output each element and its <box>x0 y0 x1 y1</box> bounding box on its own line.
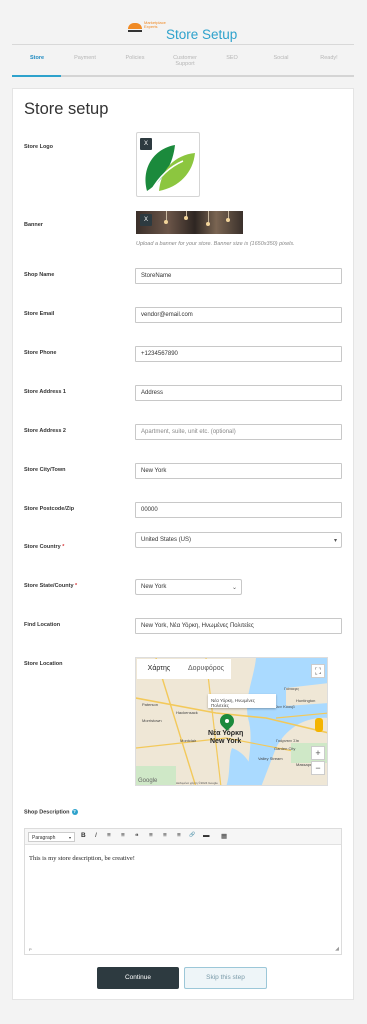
map-tab-satellite[interactable]: Δορυφόρος <box>181 659 231 679</box>
header-divider <box>12 44 354 45</box>
banner-image[interactable] <box>136 211 243 234</box>
store-location-map[interactable]: Χάρτης Δορυφόρος ⛶ Γιόνκερς Paterson Hac… <box>135 657 328 786</box>
store-state-label: Store State/County * <box>24 583 77 589</box>
editor-path-status: P <box>29 947 32 952</box>
map-info-popup: Νέα Υόρκη, Ηνωμένες Πολιτείες <box>208 694 276 708</box>
resize-handle-icon[interactable]: ◢ <box>335 946 339 952</box>
page-title: Store setup <box>24 100 109 118</box>
store-address1-label: Store Address 1 <box>24 389 66 395</box>
shop-name-input[interactable]: StoreName <box>135 268 342 284</box>
info-icon[interactable]: ? <box>71 809 78 815</box>
step-store[interactable]: Store <box>16 55 58 61</box>
map-place-11: Γκάρντεν Σίτι <box>276 738 300 743</box>
bullet-list-icon[interactable]: ≡ <box>107 832 111 839</box>
store-country-label: Store Country * <box>24 544 64 550</box>
step-social[interactable]: Social <box>260 55 302 61</box>
store-state-label-text: Store State/County <box>24 583 74 589</box>
store-location-label: Store Location <box>24 661 63 667</box>
step-payment[interactable]: Payment <box>64 55 106 61</box>
align-center-icon[interactable]: ≡ <box>163 832 167 839</box>
step-seo[interactable]: SEO <box>211 55 253 61</box>
continue-button[interactable]: Continue <box>97 967 179 989</box>
store-address2-input[interactable]: Apartment, suite, unit etc. (optional) <box>135 424 342 440</box>
store-country-label-text: Store Country <box>24 544 61 550</box>
chevron-down-icon: ⌄ <box>231 585 237 591</box>
shop-description-label: Shop Description? <box>24 809 78 815</box>
find-location-label: Find Location <box>24 622 61 628</box>
banner-hint: Upload a banner for your store. Banner s… <box>136 241 295 247</box>
toolbar-toggle-icon[interactable]: ▦ <box>221 832 227 840</box>
map-place-5: Montclair <box>180 738 197 743</box>
bold-icon[interactable]: B <box>81 832 86 839</box>
italic-icon[interactable]: I <box>95 832 97 839</box>
align-left-icon[interactable]: ≡ <box>149 832 153 839</box>
store-address1-input[interactable]: Address <box>135 385 342 401</box>
store-address2-label: Store Address 2 <box>24 428 66 434</box>
skip-step-button[interactable]: Skip this step <box>184 967 267 989</box>
setup-steps: Store Payment Policies Customer Support … <box>12 50 354 78</box>
map-place-4: Morristown <box>142 718 162 723</box>
steps-progress-active <box>12 75 61 77</box>
map-place-9: Valley Stream <box>258 756 283 761</box>
link-icon[interactable]: 🔗 <box>189 832 195 838</box>
page-header-title: Store Setup <box>166 27 238 42</box>
step-customer-support[interactable]: Customer Support <box>164 55 206 67</box>
description-editor[interactable]: Paragraph ▾ B I ≡ ≡ ❝ ≡ ≡ ≡ 🔗 ▬ ▦ This is… <box>24 828 342 955</box>
store-state-select[interactable]: New York ⌄ <box>135 579 242 595</box>
shop-name-label: Shop Name <box>24 272 55 278</box>
map-place-2: Paterson <box>142 702 159 707</box>
map-center-label-en: New York <box>210 738 242 745</box>
paragraph-format-value: Paragraph <box>32 835 56 841</box>
map-place-1: Γιόνκερς <box>284 686 300 691</box>
chevron-down-icon: ▾ <box>68 835 71 840</box>
shop-description-label-text: Shop Description <box>24 809 70 816</box>
find-location-input[interactable]: New York, Νέα Υόρκη, Ηνωμένες Πολιτείες <box>135 618 342 634</box>
store-country-value: United States (US) <box>141 537 192 543</box>
map-center-label-local: Νέα Υόρκη <box>208 730 244 737</box>
store-state-value: New York <box>141 584 167 590</box>
remove-logo-button[interactable]: X <box>140 138 152 150</box>
numbered-list-icon[interactable]: ≡ <box>121 832 125 839</box>
paragraph-format-select[interactable]: Paragraph ▾ <box>28 832 75 842</box>
brand-logo: Marketplace Experts <box>128 21 166 35</box>
store-phone-label: Store Phone <box>24 350 57 356</box>
brand-logo-text: Marketplace Experts <box>144 20 166 29</box>
pegman-icon[interactable] <box>315 718 323 732</box>
zoom-in-icon[interactable]: + <box>311 746 325 760</box>
store-city-input[interactable]: New York <box>135 463 342 479</box>
steps-progress-track <box>12 75 354 77</box>
store-postcode-input[interactable]: 00000 <box>135 502 342 518</box>
header: Marketplace Experts Store Setup <box>0 0 367 44</box>
fullscreen-icon[interactable]: ⛶ <box>311 664 325 678</box>
store-country-select[interactable]: United States (US) ▾ <box>135 532 342 548</box>
description-content[interactable]: This is my store description, be creativ… <box>29 855 135 862</box>
align-right-icon[interactable]: ≡ <box>177 832 181 839</box>
store-email-input[interactable]: vendor@email.com <box>135 307 342 323</box>
read-more-icon[interactable]: ▬ <box>203 832 210 839</box>
step-ready[interactable]: Ready! <box>308 55 350 61</box>
location-pin-dot <box>225 719 229 723</box>
map-attribution: Δεδομένα χάρτη ©2024 Google <box>176 781 218 785</box>
required-marker: * <box>75 583 78 589</box>
zoom-out-icon[interactable]: − <box>311 761 325 775</box>
chevron-down-icon: ▾ <box>333 538 337 544</box>
map-place-7: Garden City <box>274 746 296 751</box>
remove-banner-button[interactable]: X <box>140 214 152 226</box>
blockquote-icon[interactable]: ❝ <box>135 832 139 840</box>
map-place-3: Hackensack <box>176 710 198 715</box>
map-place-6: Huntington <box>296 698 316 703</box>
store-phone-input[interactable]: +1234567890 <box>135 346 342 362</box>
google-logo: Google <box>138 778 158 784</box>
store-postcode-label: Store Postcode/Zip <box>24 506 75 512</box>
store-logo-label: Store Logo <box>24 144 54 150</box>
editor-toolbar: Paragraph ▾ B I ≡ ≡ ❝ ≡ ≡ ≡ 🔗 ▬ ▦ <box>25 829 341 845</box>
store-email-label: Store Email <box>24 311 55 317</box>
store-city-label: Store City/Town <box>24 467 66 473</box>
step-policies[interactable]: Policies <box>114 55 156 61</box>
map-tab-map[interactable]: Χάρτης <box>137 659 181 679</box>
required-marker: * <box>62 544 65 550</box>
banner-label: Banner <box>24 222 43 228</box>
